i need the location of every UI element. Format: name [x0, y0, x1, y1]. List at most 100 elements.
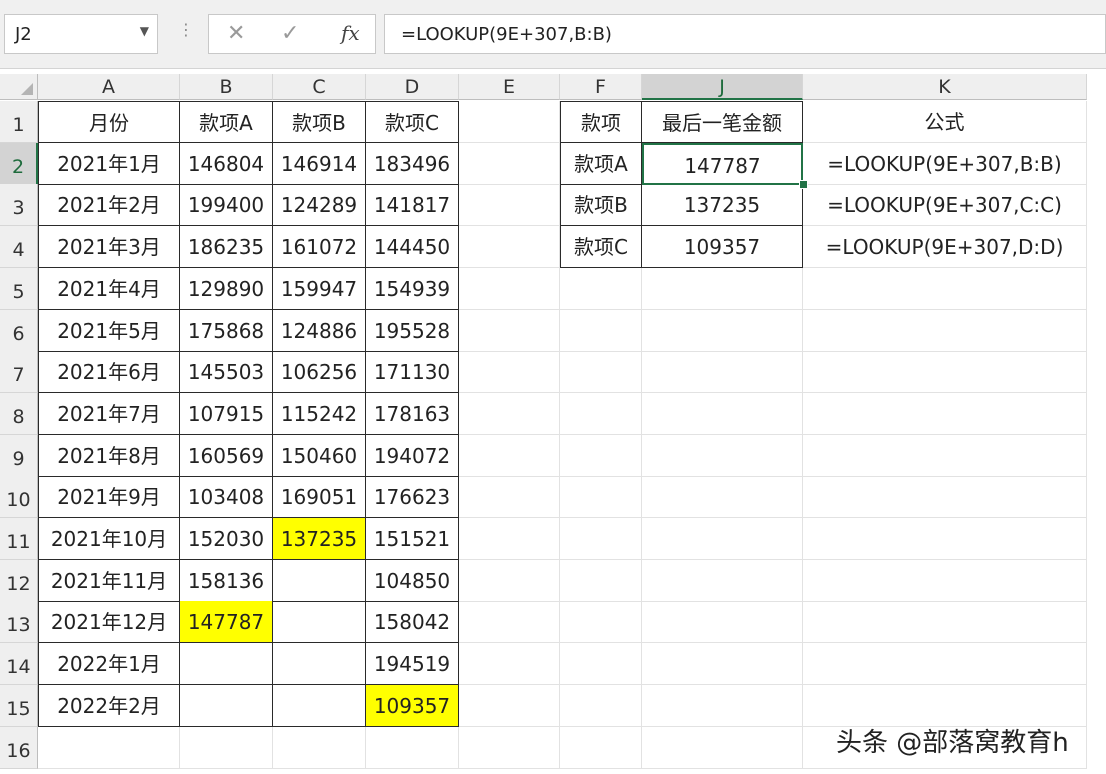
cell-f15[interactable]	[560, 684, 642, 727]
cell-j1[interactable]: 最后一笔金额	[642, 101, 803, 143]
cell-f8[interactable]	[560, 392, 642, 435]
cell-e15[interactable]	[459, 684, 560, 727]
cell-c9[interactable]: 150460	[273, 434, 366, 477]
cell-b15[interactable]	[180, 684, 273, 727]
cell-f14[interactable]	[560, 643, 642, 686]
cell-f6[interactable]	[560, 309, 642, 352]
cell-e16[interactable]	[459, 726, 560, 769]
cell-e3[interactable]	[459, 184, 560, 227]
cell-d11[interactable]: 151521	[366, 518, 459, 560]
cell-c14[interactable]	[273, 643, 366, 686]
cell-a5[interactable]: 2021年4月	[38, 267, 180, 310]
cell-d6[interactable]: 195528	[366, 309, 459, 352]
cell-a2[interactable]: 2021年1月	[38, 142, 180, 185]
column-header-a[interactable]: A	[38, 74, 180, 100]
column-header-j[interactable]: J	[642, 74, 803, 100]
cell-a16[interactable]	[38, 726, 180, 769]
cell-c5[interactable]: 159947	[273, 267, 366, 310]
cell-d3[interactable]: 141817	[366, 184, 459, 227]
cell-a15[interactable]: 2022年2月	[38, 684, 180, 727]
cell-c7[interactable]: 106256	[273, 351, 366, 394]
cell-d5[interactable]: 154939	[366, 267, 459, 310]
cell-e1[interactable]	[459, 101, 560, 143]
row-header-9[interactable]: 9	[0, 434, 38, 477]
row-header-2[interactable]: 2	[0, 142, 38, 185]
cell-j10[interactable]	[642, 476, 803, 519]
cell-f2[interactable]: 款项A	[560, 142, 642, 185]
row-header-13[interactable]: 13	[0, 601, 38, 644]
cell-c2[interactable]: 146914	[273, 142, 366, 185]
fill-handle[interactable]	[799, 180, 808, 189]
cell-f16[interactable]	[560, 726, 642, 769]
row-header-8[interactable]: 8	[0, 392, 38, 435]
cell-f11[interactable]	[560, 518, 642, 560]
cell-j5[interactable]	[642, 267, 803, 310]
row-header-4[interactable]: 4	[0, 226, 38, 269]
cell-j15[interactable]	[642, 684, 803, 727]
cell-d2[interactable]: 183496	[366, 142, 459, 185]
cell-k15[interactable]	[803, 684, 1087, 727]
name-box[interactable]: J2 ▼	[4, 14, 158, 54]
row-header-1[interactable]: 1	[0, 101, 38, 143]
row-header-10[interactable]: 10	[0, 476, 38, 519]
row-header-5[interactable]: 5	[0, 267, 38, 310]
cell-f4[interactable]: 款项C	[560, 226, 642, 269]
row-header-7[interactable]: 7	[0, 351, 38, 394]
column-header-d[interactable]: D	[366, 74, 459, 100]
cell-k1[interactable]: 公式	[803, 101, 1087, 143]
column-header-b[interactable]: B	[180, 74, 273, 100]
cell-b11[interactable]: 152030	[180, 518, 273, 560]
cell-e5[interactable]	[459, 267, 560, 310]
cell-c12[interactable]	[273, 559, 366, 602]
row-header-15[interactable]: 15	[0, 684, 38, 727]
column-header-e[interactable]: E	[459, 74, 560, 100]
cell-c4[interactable]: 161072	[273, 226, 366, 269]
cell-j16[interactable]	[642, 726, 803, 769]
cell-a6[interactable]: 2021年5月	[38, 309, 180, 352]
row-header-3[interactable]: 3	[0, 184, 38, 227]
check-icon[interactable]: ✓	[281, 21, 299, 46]
cell-j2[interactable]: 147787	[642, 142, 803, 185]
cell-b2[interactable]: 146804	[180, 142, 273, 185]
cell-k13[interactable]	[803, 601, 1087, 644]
cell-b9[interactable]: 160569	[180, 434, 273, 477]
cell-d4[interactable]: 144450	[366, 226, 459, 269]
cell-c11[interactable]: 137235	[273, 518, 366, 560]
cell-k10[interactable]	[803, 476, 1087, 519]
cell-k3[interactable]: =LOOKUP(9E+307,C:C)	[803, 184, 1087, 227]
cell-k7[interactable]	[803, 351, 1087, 394]
cell-e13[interactable]	[459, 601, 560, 644]
cell-d13[interactable]: 158042	[366, 601, 459, 644]
cell-a12[interactable]: 2021年11月	[38, 559, 180, 602]
row-header-12[interactable]: 12	[0, 559, 38, 602]
cell-d7[interactable]: 171130	[366, 351, 459, 394]
column-header-k[interactable]: K	[803, 74, 1087, 100]
cell-j14[interactable]	[642, 643, 803, 686]
cell-f7[interactable]	[560, 351, 642, 394]
cell-k12[interactable]	[803, 559, 1087, 602]
cell-e12[interactable]	[459, 559, 560, 602]
cell-b7[interactable]: 145503	[180, 351, 273, 394]
cell-a8[interactable]: 2021年7月	[38, 392, 180, 435]
cell-b13[interactable]: 147787	[180, 601, 273, 644]
cell-b1[interactable]: 款项A	[180, 101, 273, 143]
column-header-f[interactable]: F	[560, 74, 642, 100]
cell-b6[interactable]: 175868	[180, 309, 273, 352]
cell-e11[interactable]	[459, 518, 560, 560]
insert-function-icon[interactable]: fx	[341, 21, 360, 45]
cell-k9[interactable]	[803, 434, 1087, 477]
cell-d1[interactable]: 款项C	[366, 101, 459, 143]
cell-b12[interactable]: 158136	[180, 559, 273, 602]
formula-input[interactable]: =LOOKUP(9E+307,B:B)	[384, 14, 1106, 54]
cell-f12[interactable]	[560, 559, 642, 602]
cell-j13[interactable]	[642, 601, 803, 644]
cell-a7[interactable]: 2021年6月	[38, 351, 180, 394]
cell-b10[interactable]: 103408	[180, 476, 273, 519]
cell-f1[interactable]: 款项	[560, 101, 642, 143]
cell-e4[interactable]	[459, 226, 560, 269]
cell-k14[interactable]	[803, 643, 1087, 686]
cell-e7[interactable]	[459, 351, 560, 394]
cancel-icon[interactable]: ✕	[227, 21, 245, 46]
cell-j6[interactable]	[642, 309, 803, 352]
cell-f13[interactable]	[560, 601, 642, 644]
